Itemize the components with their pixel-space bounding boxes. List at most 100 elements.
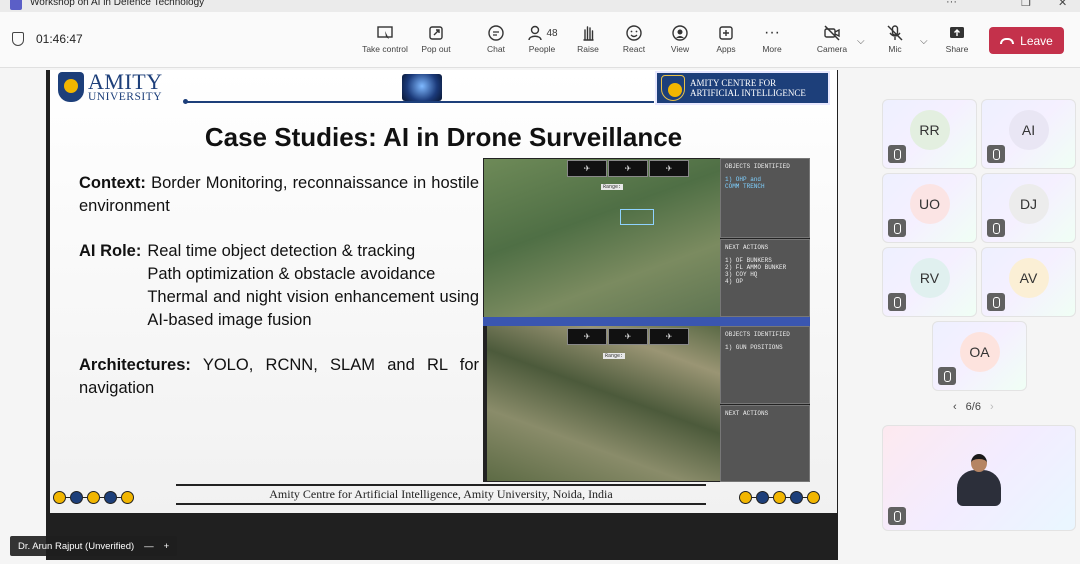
camera-button[interactable]: Camera — [807, 22, 857, 54]
mic-options-chevron-icon[interactable]: ⌵ — [920, 36, 928, 47]
panel-separator — [483, 317, 810, 326]
amity-centre-ai-logo: AMITY CENTRE FOR ARTIFICIAL INTELLIGENCE — [655, 71, 830, 105]
people-count: 48 — [546, 27, 558, 39]
slide-body: Context: Border Monitoring, reconnaissan… — [79, 172, 479, 422]
view-icon — [655, 22, 705, 44]
zoom-out-button[interactable]: — — [144, 541, 154, 552]
camera-options-chevron-icon[interactable]: ⌵ — [857, 36, 865, 47]
raise-hand-button[interactable]: Raise — [563, 22, 613, 54]
footer-dots-left — [53, 491, 134, 504]
footer-dots-right — [739, 491, 820, 504]
drone-thumbnails-top: ✈ ✈ ✈ — [567, 160, 689, 177]
window-title: Workshop on AI in Defence Technology — [30, 0, 205, 8]
ai-brain-image — [402, 74, 442, 101]
shield-icon — [12, 32, 24, 46]
drone-icon: ✈ — [608, 160, 648, 177]
drone-surveillance-image: ✈ ✈ ✈ Range: OBJECTS IDENTIFIED 1) OHP and… — [483, 158, 810, 482]
objects-identified-box-bottom: OBJECTS IDENTIFIED 1) GUN POSITIONS — [720, 326, 810, 404]
amity-university-logo: AMITY UNIVERSITY — [58, 71, 163, 103]
shared-slide: AMITY UNIVERSITY AMITY CENTRE FOR ARTIFI… — [50, 70, 837, 513]
slide-footer: Amity Centre for Artificial Intelligence… — [269, 487, 613, 501]
avatar: DJ — [1008, 184, 1049, 224]
people-icon — [528, 25, 543, 41]
avatar: AV — [1008, 258, 1049, 298]
more-icon: ··· — [764, 24, 780, 41]
chat-icon — [471, 22, 521, 44]
participant-tile[interactable]: DJ — [981, 173, 1076, 243]
restore-window-button[interactable]: ❐ — [1021, 0, 1031, 9]
mic-muted-icon — [888, 293, 906, 311]
mic-muted-icon — [987, 145, 1005, 163]
prev-page-button[interactable]: ‹ — [953, 401, 957, 413]
aerial-image-bottom — [487, 326, 720, 481]
avatar: UO — [909, 184, 950, 224]
footer-line-top — [176, 484, 706, 486]
avatar: OA — [959, 332, 1000, 372]
mic-off-icon — [870, 22, 920, 44]
avatar: RR — [909, 110, 950, 150]
title-bar: Workshop on AI in Defence Technology ···… — [0, 0, 1080, 12]
share-button[interactable]: Share — [932, 22, 982, 54]
more-options-button[interactable]: ··· — [946, 0, 957, 8]
self-video-tile[interactable] — [882, 425, 1076, 531]
mic-muted-icon — [938, 367, 956, 385]
meeting-timer: 01:46:47 — [12, 32, 83, 46]
header-divider — [184, 101, 654, 103]
apps-icon — [701, 22, 751, 44]
avatar: AI — [1008, 110, 1049, 150]
participant-tile[interactable]: OA — [932, 321, 1027, 391]
participants-pager: ‹ 6/6 › — [953, 401, 994, 413]
drone-icon: ✈ — [567, 160, 607, 177]
mic-muted-icon — [987, 219, 1005, 237]
acai-crest-icon — [661, 75, 685, 101]
amity-crest-icon — [58, 72, 84, 103]
take-control-icon — [360, 22, 410, 44]
participant-tile[interactable]: RV — [882, 247, 977, 317]
pop-out-icon — [411, 22, 461, 44]
mic-button[interactable]: Mic — [870, 22, 920, 54]
range-tag: Range: — [601, 184, 624, 190]
zoom-in-button[interactable]: + — [164, 541, 170, 552]
participant-tile[interactable]: AV — [981, 247, 1076, 317]
take-control-button[interactable]: Take control — [360, 22, 410, 54]
camera-off-icon — [807, 22, 857, 44]
aerial-image-top — [484, 159, 720, 317]
teams-icon — [10, 0, 22, 10]
slide-title: Case Studies: AI in Drone Surveillance — [204, 122, 683, 152]
mic-muted-icon — [888, 219, 906, 237]
pop-out-button[interactable]: Pop out — [411, 22, 461, 54]
next-actions-box-bottom: NEXT ACTIONS — [720, 405, 810, 482]
presenter-name-tag: Dr. Arun Rajput (Unverified) — + — [10, 536, 178, 556]
leave-button[interactable]: Leave — [989, 27, 1064, 54]
avatar: RV — [909, 258, 950, 298]
self-video-person — [957, 454, 1001, 506]
drone-icon: ✈ — [567, 328, 607, 345]
more-button[interactable]: ··· More — [747, 22, 797, 54]
next-page-button[interactable]: › — [990, 401, 994, 413]
context-block: Context: Border Monitoring, reconnaissan… — [79, 174, 479, 215]
footer-line-bottom — [176, 503, 706, 505]
close-window-button[interactable]: ✕ — [1058, 0, 1067, 9]
mic-muted-icon — [888, 145, 906, 163]
drone-icon: ✈ — [649, 160, 689, 177]
smiley-icon — [609, 22, 659, 44]
next-actions-box-top: NEXT ACTIONS 1) OF BUNKERS 2) FL AMMO BU… — [720, 239, 810, 317]
chat-button[interactable]: Chat — [471, 22, 521, 54]
people-button[interactable]: 48 People — [517, 22, 567, 54]
participant-tile[interactable]: UO — [882, 173, 977, 243]
drone-icon: ✈ — [649, 328, 689, 345]
page-indicator: 6/6 — [965, 401, 981, 413]
hand-icon — [563, 22, 613, 44]
react-button[interactable]: React — [609, 22, 659, 54]
range-tag: Range: — [603, 353, 626, 359]
meeting-toolbar: 01:46:47 Take control Pop out Chat 48 Pe… — [0, 12, 1080, 68]
participant-tile[interactable]: RR — [882, 99, 977, 169]
participant-tile[interactable]: AI — [981, 99, 1076, 169]
objects-identified-box-top: OBJECTS IDENTIFIED 1) OHP and COMM TRENC… — [720, 158, 810, 238]
mic-muted-icon — [888, 507, 906, 525]
view-button[interactable]: View — [655, 22, 705, 54]
drone-icon: ✈ — [608, 328, 648, 345]
apps-button[interactable]: Apps — [701, 22, 751, 54]
share-icon — [932, 22, 982, 44]
mic-muted-icon — [987, 293, 1005, 311]
